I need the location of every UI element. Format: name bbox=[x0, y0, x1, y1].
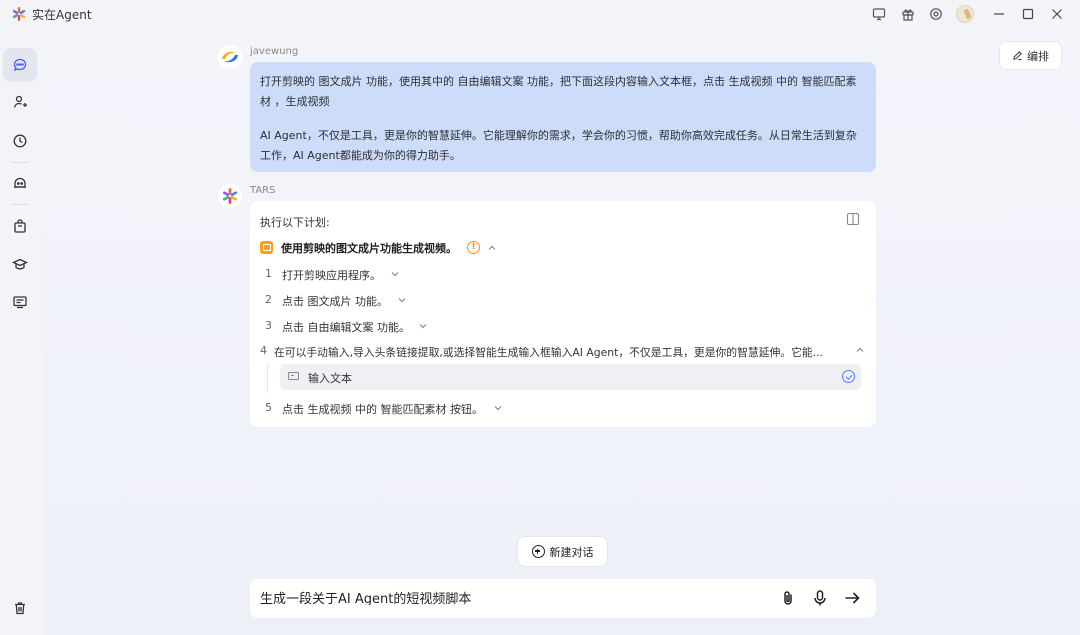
step-number: 1 bbox=[265, 267, 272, 280]
step-text: 点击 生成视频 中的 智能匹配素材 按钮。 bbox=[282, 403, 483, 416]
minimize-icon[interactable] bbox=[989, 4, 1009, 24]
sidebar-item-agent[interactable] bbox=[3, 166, 37, 200]
step-text: 点击 图文成片 功能。 bbox=[282, 295, 388, 308]
step-text: 打开剪映应用程序。 bbox=[282, 269, 381, 282]
step-text: 点击 自由编辑文案 功能。 bbox=[282, 321, 410, 334]
message-list-icon bbox=[13, 296, 27, 309]
sidebar-item-history[interactable] bbox=[3, 124, 37, 158]
sidebar-item-contacts[interactable] bbox=[3, 85, 37, 119]
sidebar-item-trash[interactable] bbox=[3, 591, 37, 625]
plan-intro: 执行以下计划: bbox=[260, 216, 330, 229]
user-avatar bbox=[218, 45, 242, 69]
app-title: 实在Agent bbox=[32, 8, 92, 22]
user-avatar-small[interactable] bbox=[956, 5, 974, 23]
title-bar: 实在Agent bbox=[0, 0, 1080, 28]
split-panel-icon[interactable] bbox=[846, 212, 860, 226]
substep-text: 输入文本 bbox=[308, 372, 352, 385]
send-arrow-icon[interactable] bbox=[842, 588, 862, 608]
task-icon bbox=[260, 241, 273, 254]
user-name: javewung bbox=[250, 46, 299, 57]
step-number: 4 bbox=[260, 344, 267, 357]
user-message-paragraph: AI Agent，不仅是工具，更是你的智慧延伸。它能理解你的需求，学会你的习惯，… bbox=[260, 129, 857, 162]
new-chat-label: 新建对话 bbox=[549, 545, 594, 559]
attachment-icon[interactable] bbox=[778, 588, 798, 608]
check-circle-icon bbox=[842, 370, 855, 383]
robot-icon bbox=[14, 177, 26, 188]
warning-icon: ! bbox=[467, 241, 480, 254]
close-icon[interactable] bbox=[1047, 4, 1067, 24]
chevron-up-icon[interactable] bbox=[855, 345, 865, 355]
step-number: 2 bbox=[265, 293, 272, 306]
user-message-paragraph: 打开剪映的 图文成片 功能，使用其中的 自由编辑文案 功能，把下面这段内容输入文… bbox=[260, 75, 857, 108]
edit-button[interactable]: 编排 bbox=[1000, 42, 1061, 69]
plus-circle-icon bbox=[531, 545, 545, 558]
monitor-icon[interactable] bbox=[870, 5, 888, 23]
chat-input[interactable] bbox=[260, 590, 760, 605]
step-text: 在可以手动输入,导入头条链接提取,或选择智能生成输入框输入AI Agent，不仅… bbox=[274, 346, 823, 359]
chevron-down-icon[interactable] bbox=[493, 403, 503, 413]
sidebar-item-messages[interactable] bbox=[3, 285, 37, 319]
edit-button-label: 编排 bbox=[1027, 49, 1049, 63]
sidebar bbox=[0, 28, 43, 635]
person-add-icon bbox=[13, 95, 27, 108]
history-icon bbox=[13, 134, 27, 148]
maximize-icon[interactable] bbox=[1018, 4, 1038, 24]
step-connector bbox=[267, 365, 268, 393]
app-logo-icon bbox=[12, 7, 26, 21]
bag-icon bbox=[14, 219, 26, 233]
task-title: 使用剪映的图文成片功能生成视频。 bbox=[281, 242, 457, 255]
sidebar-item-chat[interactable] bbox=[3, 48, 37, 82]
chevron-down-icon[interactable] bbox=[397, 295, 407, 305]
trash-icon bbox=[15, 602, 25, 615]
bot-avatar bbox=[218, 184, 242, 208]
settings-icon[interactable] bbox=[927, 5, 945, 23]
new-chat-button[interactable]: 新建对话 bbox=[518, 537, 607, 566]
step-number: 3 bbox=[265, 319, 272, 332]
keyboard-icon bbox=[288, 372, 299, 380]
microphone-icon[interactable] bbox=[810, 588, 830, 608]
graduation-icon bbox=[12, 258, 28, 270]
chevron-down-icon[interactable] bbox=[390, 269, 400, 279]
chat-input-box bbox=[250, 579, 876, 618]
step-number: 5 bbox=[265, 401, 272, 414]
substep-row[interactable]: 输入文本 bbox=[280, 364, 861, 390]
bot-name: TARS bbox=[250, 185, 276, 196]
sidebar-item-learn[interactable] bbox=[3, 247, 37, 281]
chat-icon bbox=[13, 58, 27, 72]
chevron-down-icon[interactable] bbox=[418, 321, 428, 331]
chevron-up-icon[interactable] bbox=[487, 243, 497, 253]
pencil-icon bbox=[1013, 51, 1022, 61]
user-message-bubble: 打开剪映的 图文成片 功能，使用其中的 自由编辑文案 功能，把下面这段内容输入文… bbox=[250, 62, 876, 172]
gift-icon[interactable] bbox=[899, 5, 917, 23]
sidebar-item-store[interactable] bbox=[3, 209, 37, 243]
plan-card: 执行以下计划: 使用剪映的图文成片功能生成视频。 ! 1 打开剪映应用程序。 2… bbox=[250, 201, 876, 427]
